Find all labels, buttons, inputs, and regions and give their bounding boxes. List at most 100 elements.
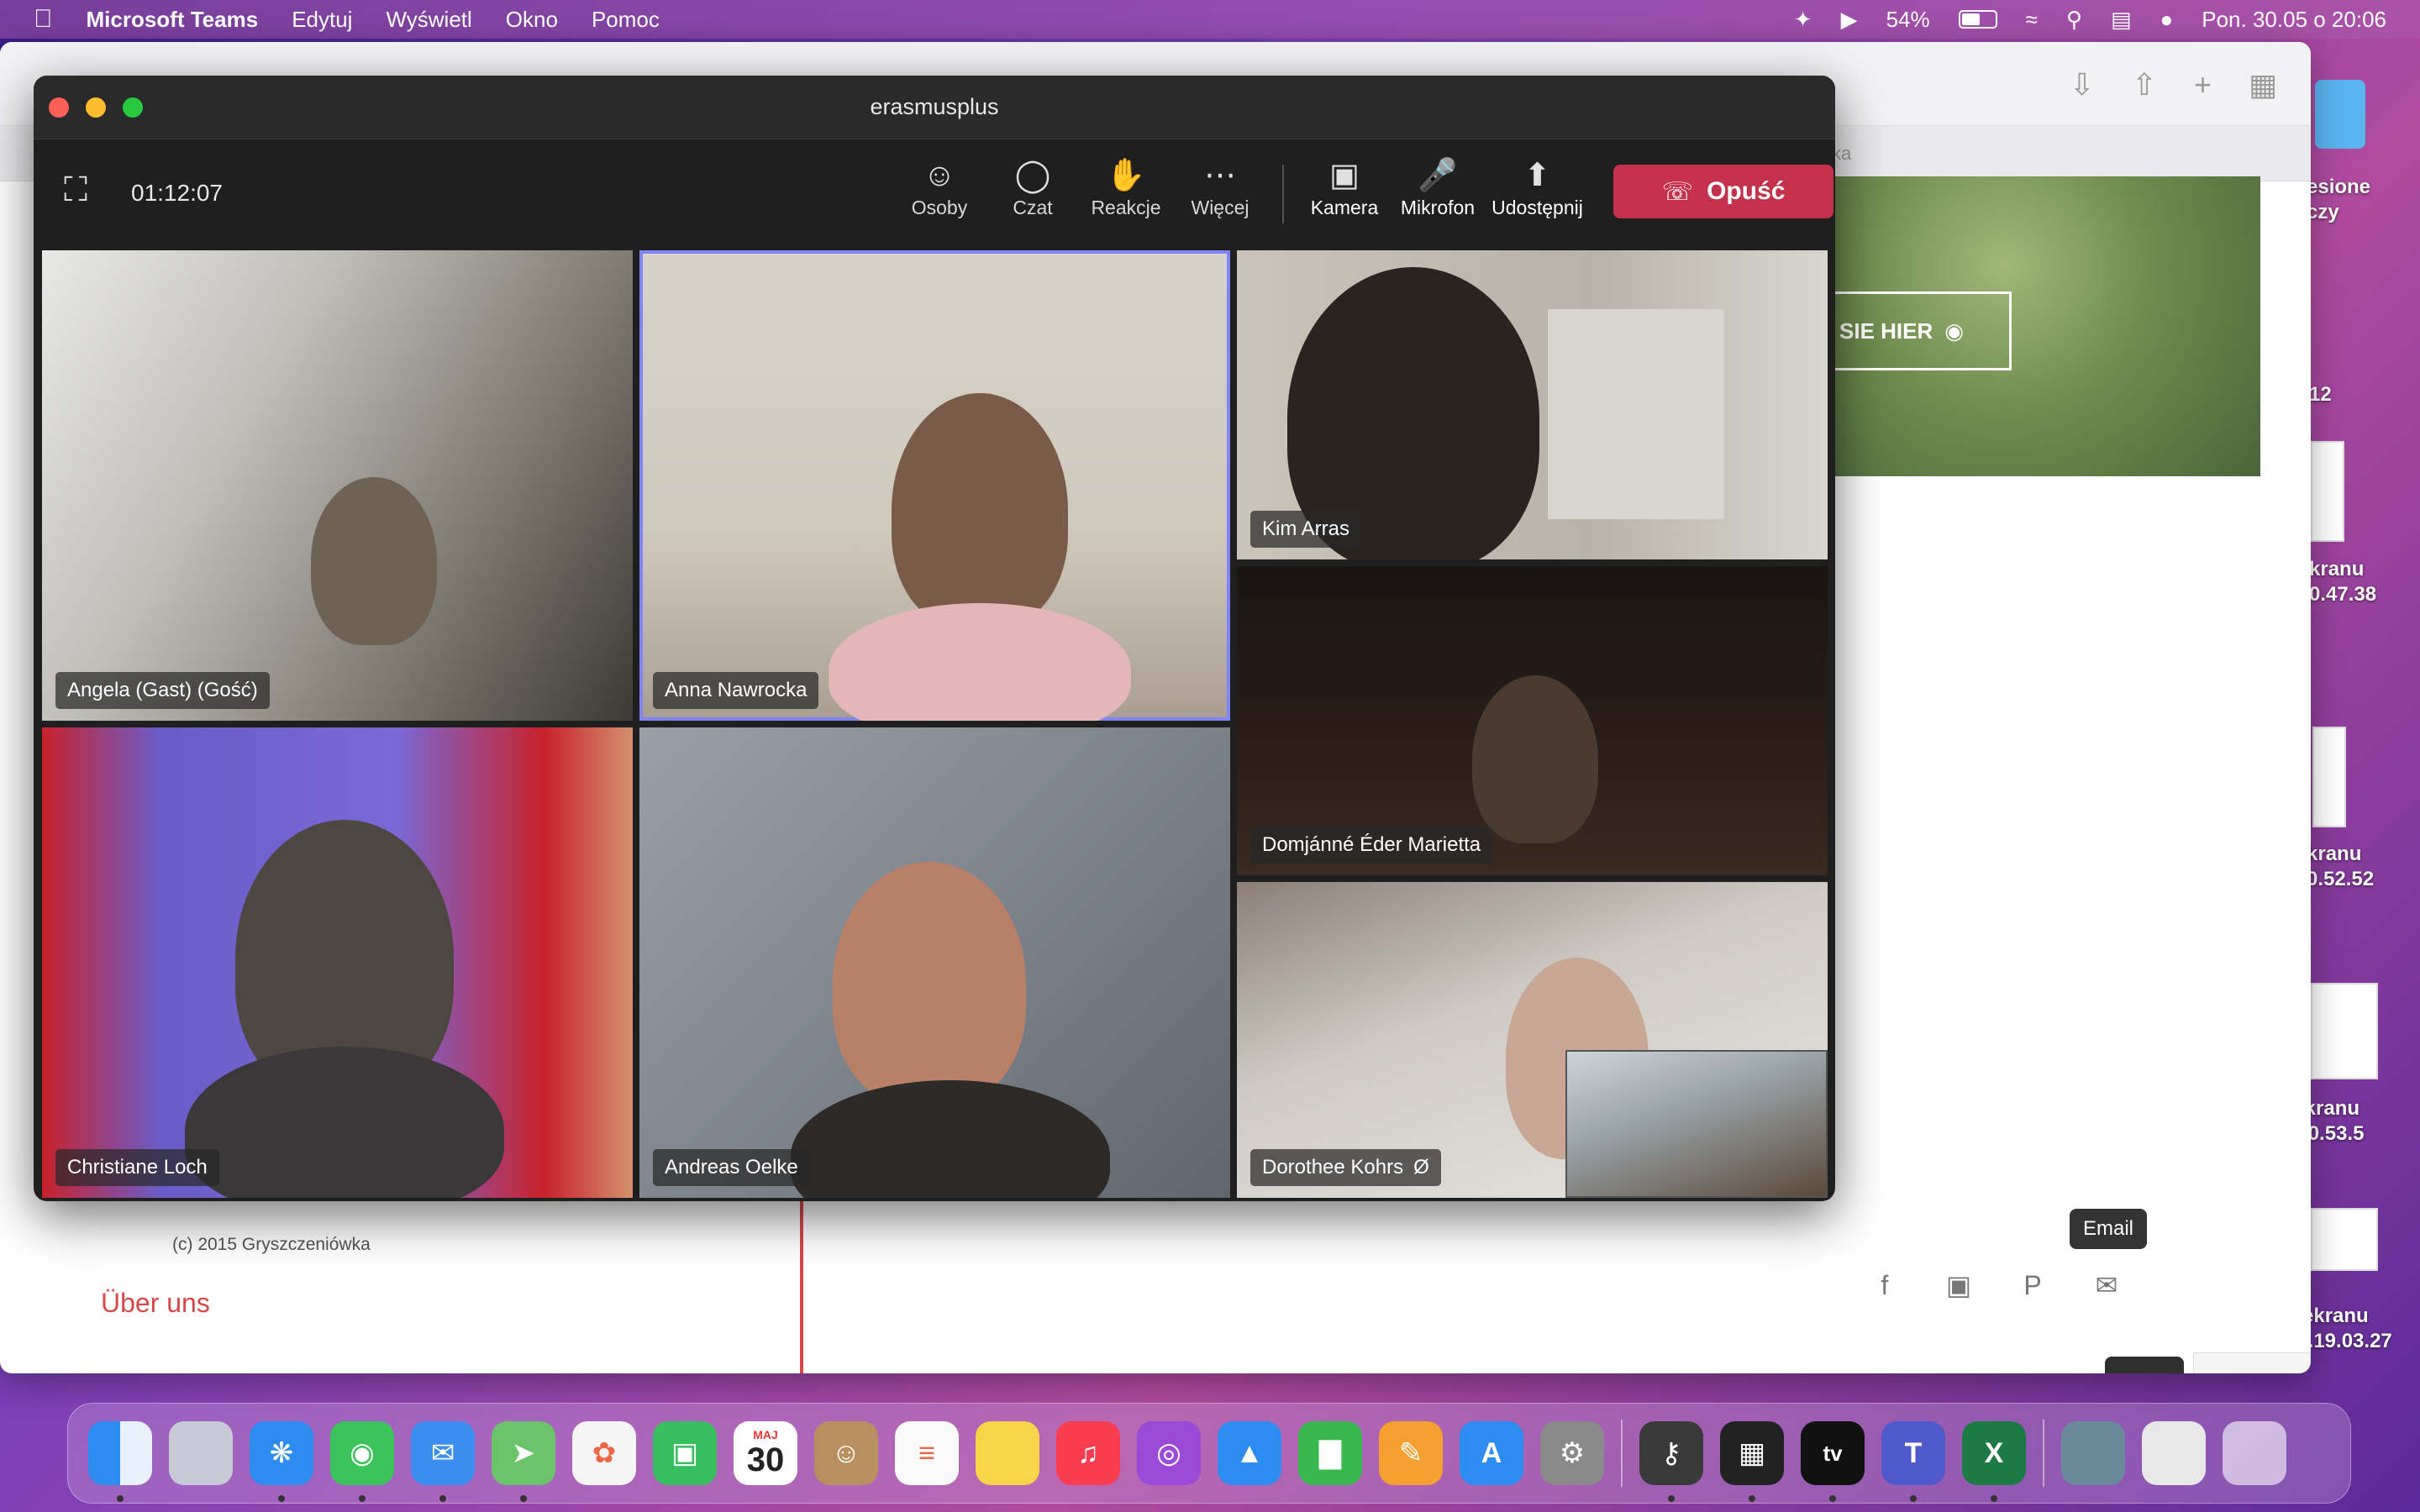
close-window-button[interactable] xyxy=(49,97,69,118)
more-button[interactable]: ⋯ Więcej xyxy=(1174,155,1266,239)
photos-icon[interactable]: ✿ xyxy=(572,1421,636,1485)
system-preferences-icon[interactable]: ⚙ xyxy=(1540,1421,1604,1485)
menu-window[interactable]: Okno xyxy=(506,7,558,33)
desktop-file-thumbnail[interactable] xyxy=(2311,983,2378,1079)
camera-button[interactable]: ▣ Kamera xyxy=(1298,155,1391,239)
download-icon[interactable]: ⇩ xyxy=(2070,67,2095,102)
desktop-file-thumbnail[interactable] xyxy=(2311,1208,2378,1271)
calendar-month: MAJ xyxy=(753,1427,778,1441)
share-label: Udostępnij xyxy=(1491,197,1583,218)
video-tile[interactable]: Kim Arras xyxy=(1237,250,1828,559)
finder-icon[interactable] xyxy=(88,1421,152,1502)
leave-label: Opuść xyxy=(1707,177,1786,205)
mail-icon[interactable]: ✉ xyxy=(411,1421,475,1502)
participant-name: Andreas Oelke xyxy=(653,1149,810,1186)
siri-icon[interactable]: ● xyxy=(2160,7,2174,33)
microphone-button[interactable]: 🎤 Mikrofon xyxy=(1392,155,1484,239)
teams-meeting-window: erasmusplus ⛶ 01:12:07 ☺ Osoby ◯ Czat ✋ … xyxy=(34,76,1835,1201)
video-tile[interactable]: Andreas Oelke xyxy=(639,727,1230,1198)
new-tab-icon[interactable]: + xyxy=(2194,67,2212,102)
desktop-file-label[interactable]: 12 xyxy=(2309,382,2332,407)
notes-icon[interactable] xyxy=(976,1421,1039,1485)
share-button[interactable]: ⬆ Udostępnij xyxy=(1485,155,1590,239)
instagram-icon[interactable]: ▣ xyxy=(1944,1270,1974,1300)
minimize-window-button[interactable] xyxy=(86,97,106,118)
eye-icon: ◉ xyxy=(1944,318,1964,344)
teams-icon[interactable]: T xyxy=(1881,1421,1945,1502)
piano-icon[interactable]: ▦ xyxy=(1720,1421,1784,1502)
folder-icon[interactable] xyxy=(2315,80,2365,149)
share-screen-icon: ⬆ xyxy=(1523,158,1551,193)
calendar-day: 30 xyxy=(746,1441,785,1478)
video-tile[interactable]: Angela (Gast) (Gość) xyxy=(42,250,633,721)
document-stack-icon[interactable] xyxy=(2142,1421,2206,1485)
scroll-to-top-button[interactable]: ⌃ xyxy=(2105,1357,2184,1373)
self-view-video[interactable] xyxy=(1565,1050,1828,1198)
people-icon: ☺ xyxy=(923,158,956,193)
excel-icon[interactable]: X xyxy=(1962,1421,2026,1502)
pinterest-icon[interactable]: P xyxy=(2018,1270,2048,1300)
menu-edit[interactable]: Edytuj xyxy=(292,7,352,33)
maps-icon[interactable]: ➤ xyxy=(492,1421,555,1502)
contacts-icon[interactable]: ☺ xyxy=(814,1421,878,1485)
facebook-icon[interactable]: f xyxy=(1870,1270,1900,1300)
facetime-icon[interactable]: ▣ xyxy=(653,1421,717,1485)
calendar-icon[interactable]: MAJ 30 xyxy=(734,1421,797,1485)
participant-video xyxy=(892,393,1068,628)
menu-help[interactable]: Pomoc xyxy=(592,7,660,33)
desktop-file-label[interactable]: esione czy xyxy=(2307,175,2370,225)
desktop-file-thumbnail[interactable] xyxy=(2311,441,2344,542)
desktop-file-label[interactable]: kranu 0.47.38 xyxy=(2309,557,2376,607)
video-tile[interactable]: Christiane Loch xyxy=(42,727,633,1198)
window-controls xyxy=(49,97,143,118)
reminders-icon[interactable]: ≡ xyxy=(895,1421,959,1485)
app-store-icon[interactable]: A xyxy=(1460,1421,1523,1485)
clock[interactable]: Pon. 30.05 o 20:06 xyxy=(2202,7,2386,33)
recaptcha-badge[interactable] xyxy=(2193,1352,2311,1373)
share-icon[interactable]: ⇧ xyxy=(2132,67,2157,102)
keynote-icon[interactable]: ▲ xyxy=(1218,1421,1281,1485)
video-tile-active-speaker[interactable]: Anna Nawrocka xyxy=(639,250,1230,721)
video-tile[interactable]: Dorothee Kohrs Ø xyxy=(1237,882,1828,1198)
photo-stack-icon[interactable] xyxy=(2061,1421,2125,1485)
apple-menu-icon[interactable]:  xyxy=(34,5,53,34)
people-button[interactable]: ☺ Osoby xyxy=(893,155,986,239)
desktop-file-label[interactable]: kranu 0.52.52 xyxy=(2307,842,2374,892)
keychain-icon[interactable]: ⚷ xyxy=(1639,1421,1703,1502)
apple-tv-icon[interactable]: tv xyxy=(1801,1421,1865,1502)
airpods-icon[interactable]: ✦ xyxy=(1794,7,1812,33)
menu-app-name[interactable]: Microsoft Teams xyxy=(87,7,259,33)
menu-view[interactable]: Wyświetl xyxy=(386,7,471,33)
participant-video xyxy=(311,477,437,645)
window-title: erasmusplus xyxy=(870,94,999,119)
battery-icon[interactable] xyxy=(1958,10,1997,29)
numbers-icon[interactable]: ▇ xyxy=(1298,1421,1362,1485)
chat-label: Czat xyxy=(1013,197,1053,218)
zoom-window-button[interactable] xyxy=(123,97,143,118)
launchpad-icon[interactable] xyxy=(169,1421,233,1485)
search-icon[interactable]: ⚲ xyxy=(2066,7,2082,33)
trash-icon[interactable] xyxy=(2223,1421,2286,1485)
hero-cta-button[interactable]: SIE HIER ◉ xyxy=(1815,291,2012,370)
leave-button[interactable]: ☏ Opuść xyxy=(1613,165,1833,218)
email-icon[interactable]: ✉ xyxy=(2091,1270,2122,1300)
safari-icon[interactable]: ❋ xyxy=(250,1421,313,1502)
control-center-icon[interactable]: ▤ xyxy=(2111,7,2132,33)
shield-icon[interactable]: ⛶ xyxy=(64,171,101,213)
wifi-icon[interactable]: ≈ xyxy=(2026,7,2038,33)
play-icon[interactable]: ▶ xyxy=(1841,7,1858,33)
desktop-file-thumbnail[interactable] xyxy=(2312,727,2346,827)
desktop-file-label[interactable]: ekranu ..19.03.27 xyxy=(2302,1304,2392,1354)
music-icon[interactable]: ♫ xyxy=(1056,1421,1120,1485)
reactions-button[interactable]: ✋ Reakcje xyxy=(1080,155,1172,239)
email-tooltip: Email xyxy=(2070,1209,2148,1249)
window-titlebar: erasmusplus xyxy=(34,76,1835,139)
podcasts-icon[interactable]: ◎ xyxy=(1137,1421,1201,1485)
pages-icon[interactable]: ✎ xyxy=(1379,1421,1443,1485)
messages-icon[interactable]: ◉ xyxy=(330,1421,394,1502)
tab-overview-icon[interactable]: ▦ xyxy=(2249,67,2277,102)
participant-video xyxy=(1472,675,1598,843)
chat-button[interactable]: ◯ Czat xyxy=(986,155,1079,239)
about-us-link[interactable]: Über uns xyxy=(101,1288,210,1319)
video-tile[interactable]: Domjánné Éder Marietta xyxy=(1237,566,1828,875)
